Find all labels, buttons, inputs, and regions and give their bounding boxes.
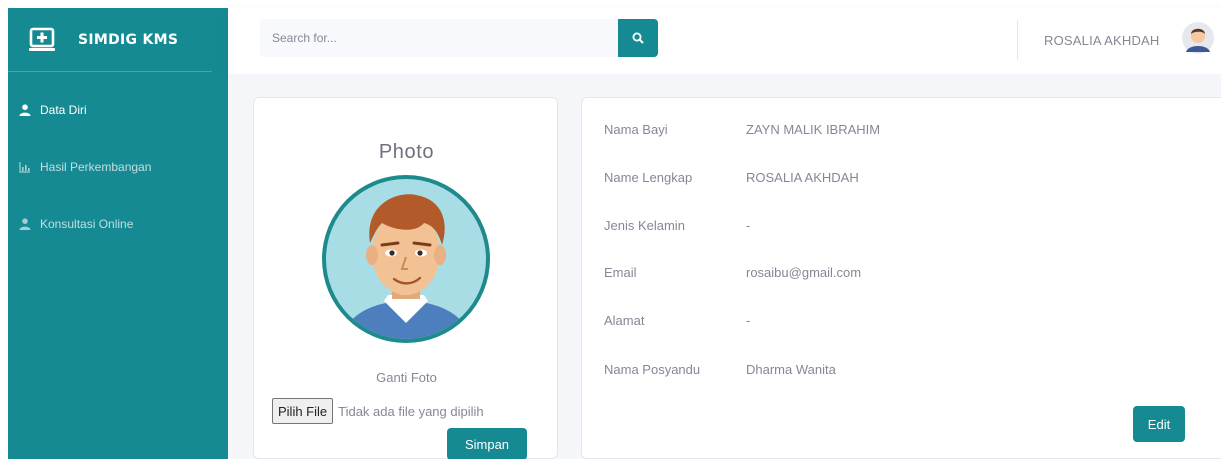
field-value: -: [746, 218, 751, 233]
brand-name: SIMDIG KMS: [78, 31, 179, 48]
change-photo-label: Ganti Foto: [376, 370, 437, 385]
search-input[interactable]: [260, 19, 618, 57]
choose-file-button[interactable]: Pilih File: [272, 398, 334, 424]
sidebar-item-label: Data Diri: [40, 103, 87, 117]
photo-card: Photo Ganti Foto Pilih File Tidak ada fi…: [253, 97, 558, 459]
avatar[interactable]: [1182, 22, 1214, 54]
chart-icon: [18, 160, 32, 174]
field-value: rosaibu@gmail.com: [746, 265, 862, 280]
field-label: Alamat: [604, 313, 645, 328]
sidebar-item-label: Hasil Perkembangan: [40, 160, 152, 174]
field-label: Jenis Kelamin: [604, 218, 685, 233]
file-input: Pilih File Tidak ada file yang dipilih: [272, 398, 484, 424]
profile-card: Nama Bayi ZAYN MALIK IBRAHIM Name Lengka…: [581, 97, 1221, 459]
field-label: Name Lengkap: [604, 170, 693, 185]
topbar: ROSALIA AKHDAH: [228, 8, 1221, 74]
search-bar: [260, 19, 658, 57]
field-label: Nama Posyandu: [604, 362, 701, 377]
field-label: Nama Bayi: [604, 122, 668, 137]
brand[interactable]: SIMDIG KMS: [8, 8, 212, 72]
sidebar-item-label: Konsultasi Online: [40, 217, 134, 231]
field-value: ROSALIA AKHDAH: [746, 170, 859, 185]
user-name[interactable]: ROSALIA AKHDAH: [1044, 33, 1160, 48]
save-button[interactable]: Simpan: [447, 428, 527, 459]
profile-avatar: [322, 175, 490, 343]
field-value: ZAYN MALIK IBRAHIM: [746, 122, 881, 137]
sidebar-item-hasil-perkembangan[interactable]: Hasil Perkembangan: [8, 153, 151, 181]
field-value: Dharma Wanita: [746, 362, 836, 377]
field-label: Email: [604, 265, 637, 280]
photo-title: Photo: [378, 141, 435, 163]
edit-button[interactable]: Edit: [1133, 406, 1185, 442]
user-icon: [18, 217, 32, 231]
sidebar-item-data-diri[interactable]: Data Diri: [8, 96, 87, 124]
search-button[interactable]: [618, 19, 658, 57]
topbar-divider: [1017, 20, 1018, 60]
file-status: Tidak ada file yang dipilih: [338, 403, 484, 419]
field-value: -: [746, 313, 751, 328]
laptop-plus-icon: [29, 27, 55, 51]
user-icon: [18, 103, 32, 117]
search-icon: [632, 32, 644, 44]
sidebar-item-konsultasi-online[interactable]: Konsultasi Online: [8, 210, 133, 238]
sidebar: SIMDIG KMS Data Diri Hasil Perkembangan …: [8, 8, 228, 459]
